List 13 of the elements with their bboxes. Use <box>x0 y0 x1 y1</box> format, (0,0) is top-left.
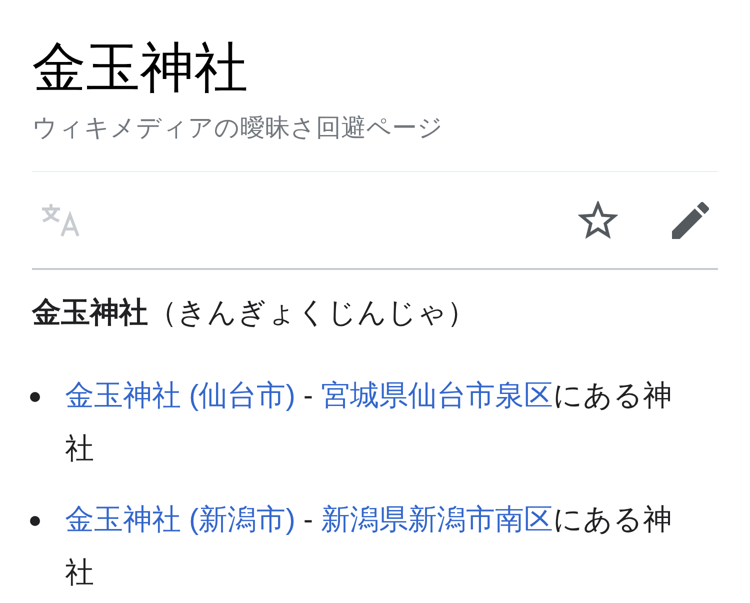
list-item-text: 金玉神社 (新潟市) - 新潟県新潟市南区にある神社 <box>65 503 674 591</box>
lead-text: 金玉神社（きんぎょくじんじゃ） <box>32 296 476 331</box>
link[interactable]: 宮城県仙台市泉区 <box>321 380 554 412</box>
link[interactable]: 新潟県新潟市南区 <box>321 504 554 536</box>
link[interactable]: 金玉神社 (新潟市) <box>65 504 296 536</box>
bullet-icon <box>30 516 40 526</box>
link[interactable]: 金玉神社 (仙台市) <box>65 380 296 412</box>
page-title: 金玉神社 <box>32 37 248 100</box>
pencil-icon[interactable] <box>672 202 709 238</box>
list-item-text: 金玉神社 (仙台市) - 宮城県仙台市泉区にある神社 <box>65 379 674 467</box>
page-subtitle: ウィキメディアの曖昧さ回避ページ <box>32 113 443 144</box>
bullet-icon <box>30 392 40 402</box>
star-icon[interactable] <box>578 201 618 239</box>
